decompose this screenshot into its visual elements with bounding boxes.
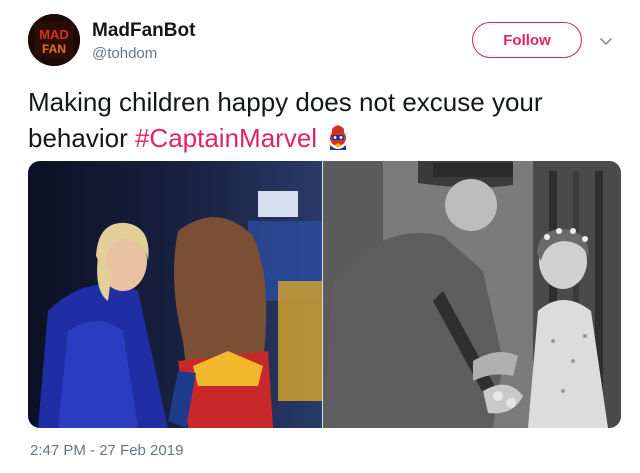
svg-text:FAN: FAN (42, 42, 66, 56)
tweet-timestamp[interactable]: 2:47 PM - 27 Feb 2019 (30, 442, 183, 459)
display-name[interactable]: MadFanBot (92, 20, 195, 42)
chevron-down-icon[interactable] (598, 33, 614, 49)
avatar-image: MAD FAN (28, 14, 80, 66)
hashtag-link[interactable]: #CaptainMarvel (135, 123, 317, 153)
captain-marvel-emoji (330, 124, 347, 150)
tweet-text: Making children happy does not excuse yo… (28, 84, 618, 156)
avatar[interactable]: MAD FAN (28, 14, 80, 66)
svg-text:MAD: MAD (39, 27, 69, 42)
follow-button[interactable]: Follow (472, 22, 582, 58)
photo-left[interactable] (28, 161, 322, 428)
media-grid[interactable] (28, 161, 621, 428)
photo-right[interactable] (323, 161, 621, 428)
user-handle[interactable]: @tohdom (92, 45, 157, 62)
